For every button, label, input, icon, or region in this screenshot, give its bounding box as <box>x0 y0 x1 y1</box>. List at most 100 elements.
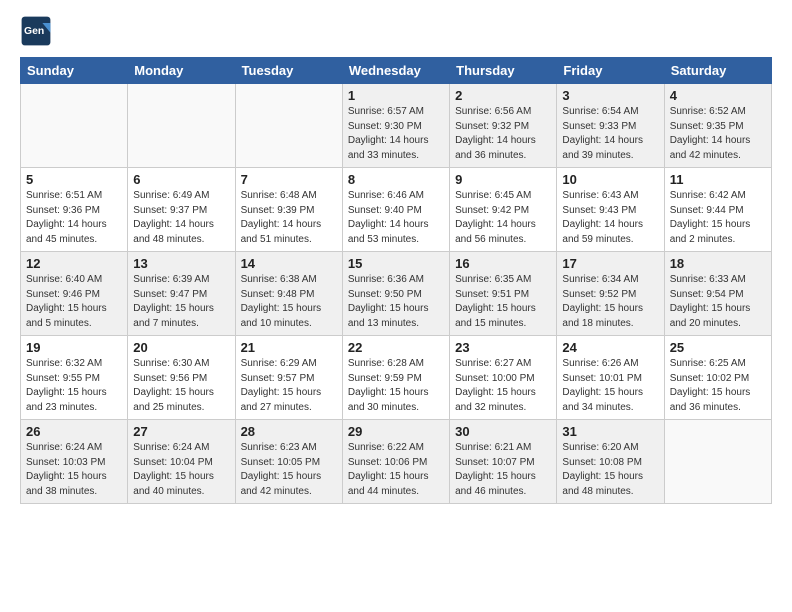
calendar-day: 12 Sunrise: 6:40 AM Sunset: 9:46 PM Dayli… <box>21 252 128 336</box>
day-info: Sunrise: 6:39 AM Sunset: 9:47 PM Dayligh… <box>133 273 229 331</box>
calendar-day: 15 Sunrise: 6:36 AM Sunset: 9:50 PM Dayli… <box>342 252 449 336</box>
calendar-day: 27 Sunrise: 6:24 AM Sunset: 10:04 PM Dayl… <box>128 420 235 504</box>
day-info: Sunrise: 6:40 AM Sunset: 9:46 PM Dayligh… <box>26 273 122 331</box>
weekday-header: Tuesday <box>235 58 342 84</box>
calendar-day <box>235 84 342 168</box>
logo-icon: Gen <box>20 15 52 47</box>
calendar-day: 18Sunrise: 6:33 AM Sunset: 9:54 PM Dayli… <box>664 252 771 336</box>
day-info: Sunrise: 6:25 AM Sunset: 10:02 PM Daylig… <box>670 357 766 415</box>
calendar-week: 12 Sunrise: 6:40 AM Sunset: 9:46 PM Dayli… <box>21 252 772 336</box>
calendar-day: 30Sunrise: 6:21 AM Sunset: 10:07 PM Dayl… <box>450 420 557 504</box>
day-number: 17 <box>562 256 658 271</box>
day-number: 25 <box>670 340 766 355</box>
svg-text:Gen: Gen <box>24 26 44 37</box>
day-info: Sunrise: 6:24 AM Sunset: 10:03 PM Daylig… <box>26 441 122 499</box>
day-number: 5 <box>26 172 122 187</box>
day-info: Sunrise: 6:36 AM Sunset: 9:50 PM Dayligh… <box>348 273 444 331</box>
day-number: 28 <box>241 424 337 439</box>
day-info: Sunrise: 6:35 AM Sunset: 9:51 PM Dayligh… <box>455 273 551 331</box>
calendar-day: 4 Sunrise: 6:52 AM Sunset: 9:35 PM Daylig… <box>664 84 771 168</box>
weekday-header: Monday <box>128 58 235 84</box>
day-number: 22 <box>348 340 444 355</box>
calendar-day: 20 Sunrise: 6:30 AM Sunset: 9:56 PM Dayli… <box>128 336 235 420</box>
day-info: Sunrise: 6:45 AM Sunset: 9:42 PM Dayligh… <box>455 189 551 247</box>
calendar-day: 6 Sunrise: 6:49 AM Sunset: 9:37 PM Daylig… <box>128 168 235 252</box>
day-number: 10 <box>562 172 658 187</box>
day-number: 8 <box>348 172 444 187</box>
calendar-header: SundayMondayTuesdayWednesdayThursdayFrid… <box>21 58 772 84</box>
day-info: Sunrise: 6:27 AM Sunset: 10:00 PM Daylig… <box>455 357 551 415</box>
day-info: Sunrise: 6:24 AM Sunset: 10:04 PM Daylig… <box>133 441 229 499</box>
day-number: 23 <box>455 340 551 355</box>
day-number: 13 <box>133 256 229 271</box>
day-info: Sunrise: 6:49 AM Sunset: 9:37 PM Dayligh… <box>133 189 229 247</box>
day-number: 27 <box>133 424 229 439</box>
day-info: Sunrise: 6:29 AM Sunset: 9:57 PM Dayligh… <box>241 357 337 415</box>
day-number: 11 <box>670 172 766 187</box>
day-number: 7 <box>241 172 337 187</box>
day-number: 21 <box>241 340 337 355</box>
calendar-day: 24 Sunrise: 6:26 AM Sunset: 10:01 PM Dayl… <box>557 336 664 420</box>
day-info: Sunrise: 6:23 AM Sunset: 10:05 PM Daylig… <box>241 441 337 499</box>
day-number: 2 <box>455 88 551 103</box>
calendar-week: 5 Sunrise: 6:51 AM Sunset: 9:36 PM Daylig… <box>21 168 772 252</box>
day-info: Sunrise: 6:51 AM Sunset: 9:36 PM Dayligh… <box>26 189 122 247</box>
calendar-day: 16Sunrise: 6:35 AM Sunset: 9:51 PM Dayli… <box>450 252 557 336</box>
weekday-header: Friday <box>557 58 664 84</box>
day-info: Sunrise: 6:30 AM Sunset: 9:56 PM Dayligh… <box>133 357 229 415</box>
calendar-day: 1 Sunrise: 6:57 AM Sunset: 9:30 PM Daylig… <box>342 84 449 168</box>
calendar-day: 7 Sunrise: 6:48 AM Sunset: 9:39 PM Daylig… <box>235 168 342 252</box>
weekday-header: Wednesday <box>342 58 449 84</box>
calendar-week: 1 Sunrise: 6:57 AM Sunset: 9:30 PM Daylig… <box>21 84 772 168</box>
header: Gen <box>20 15 772 47</box>
day-number: 15 <box>348 256 444 271</box>
day-info: Sunrise: 6:28 AM Sunset: 9:59 PM Dayligh… <box>348 357 444 415</box>
calendar-day: 25 Sunrise: 6:25 AM Sunset: 10:02 PM Dayl… <box>664 336 771 420</box>
calendar-day: 19Sunrise: 6:32 AM Sunset: 9:55 PM Dayli… <box>21 336 128 420</box>
day-info: Sunrise: 6:52 AM Sunset: 9:35 PM Dayligh… <box>670 105 766 163</box>
calendar-day: 26Sunrise: 6:24 AM Sunset: 10:03 PM Dayl… <box>21 420 128 504</box>
calendar-day <box>664 420 771 504</box>
day-number: 29 <box>348 424 444 439</box>
day-number: 19 <box>26 340 122 355</box>
day-number: 30 <box>455 424 551 439</box>
calendar-day: 14Sunrise: 6:38 AM Sunset: 9:48 PM Dayli… <box>235 252 342 336</box>
day-info: Sunrise: 6:46 AM Sunset: 9:40 PM Dayligh… <box>348 189 444 247</box>
day-number: 4 <box>670 88 766 103</box>
calendar-day: 3 Sunrise: 6:54 AM Sunset: 9:33 PM Daylig… <box>557 84 664 168</box>
day-number: 18 <box>670 256 766 271</box>
day-info: Sunrise: 6:48 AM Sunset: 9:39 PM Dayligh… <box>241 189 337 247</box>
calendar-day: 11 Sunrise: 6:42 AM Sunset: 9:44 PM Dayli… <box>664 168 771 252</box>
calendar-day: 8 Sunrise: 6:46 AM Sunset: 9:40 PM Daylig… <box>342 168 449 252</box>
calendar-day: 17Sunrise: 6:34 AM Sunset: 9:52 PM Dayli… <box>557 252 664 336</box>
calendar-day: 10 Sunrise: 6:43 AM Sunset: 9:43 PM Dayli… <box>557 168 664 252</box>
day-info: Sunrise: 6:56 AM Sunset: 9:32 PM Dayligh… <box>455 105 551 163</box>
day-number: 3 <box>562 88 658 103</box>
calendar-day <box>21 84 128 168</box>
day-info: Sunrise: 6:42 AM Sunset: 9:44 PM Dayligh… <box>670 189 766 247</box>
calendar-body: 1 Sunrise: 6:57 AM Sunset: 9:30 PM Daylig… <box>21 84 772 504</box>
calendar-day: 28 Sunrise: 6:23 AM Sunset: 10:05 PM Dayl… <box>235 420 342 504</box>
calendar-day: 13 Sunrise: 6:39 AM Sunset: 9:47 PM Dayli… <box>128 252 235 336</box>
day-number: 31 <box>562 424 658 439</box>
weekday-row: SundayMondayTuesdayWednesdayThursdayFrid… <box>21 58 772 84</box>
day-number: 12 <box>26 256 122 271</box>
day-info: Sunrise: 6:54 AM Sunset: 9:33 PM Dayligh… <box>562 105 658 163</box>
calendar-week: 19Sunrise: 6:32 AM Sunset: 9:55 PM Dayli… <box>21 336 772 420</box>
day-number: 1 <box>348 88 444 103</box>
calendar-day: 22 Sunrise: 6:28 AM Sunset: 9:59 PM Dayli… <box>342 336 449 420</box>
day-info: Sunrise: 6:22 AM Sunset: 10:06 PM Daylig… <box>348 441 444 499</box>
day-number: 24 <box>562 340 658 355</box>
day-info: Sunrise: 6:43 AM Sunset: 9:43 PM Dayligh… <box>562 189 658 247</box>
day-info: Sunrise: 6:38 AM Sunset: 9:48 PM Dayligh… <box>241 273 337 331</box>
day-number: 20 <box>133 340 229 355</box>
day-number: 6 <box>133 172 229 187</box>
calendar-day: 23 Sunrise: 6:27 AM Sunset: 10:00 PM Dayl… <box>450 336 557 420</box>
day-info: Sunrise: 6:57 AM Sunset: 9:30 PM Dayligh… <box>348 105 444 163</box>
calendar: SundayMondayTuesdayWednesdayThursdayFrid… <box>20 57 772 504</box>
weekday-header: Sunday <box>21 58 128 84</box>
weekday-header: Saturday <box>664 58 771 84</box>
calendar-day: 29 Sunrise: 6:22 AM Sunset: 10:06 PM Dayl… <box>342 420 449 504</box>
day-info: Sunrise: 6:26 AM Sunset: 10:01 PM Daylig… <box>562 357 658 415</box>
day-number: 9 <box>455 172 551 187</box>
